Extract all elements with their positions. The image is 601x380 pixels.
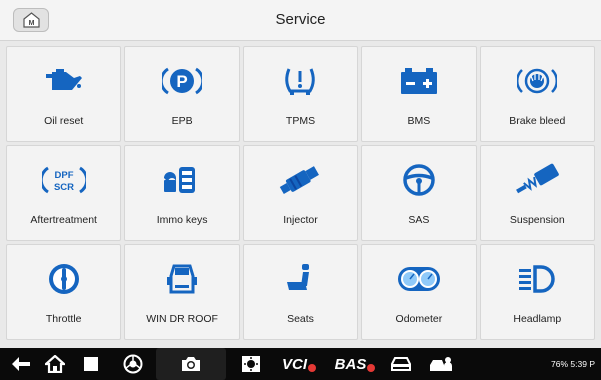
service-grid: Oil reset P EPB TPMS BMS Brake bleed DPF… xyxy=(6,46,595,340)
headlamp-icon xyxy=(519,265,556,293)
oil-can-icon xyxy=(45,69,82,90)
battery-icon xyxy=(400,68,437,94)
immo-key-icon xyxy=(164,167,196,193)
brightness-icon xyxy=(242,356,260,372)
dpf-scr-icon: DPF SCR xyxy=(41,166,86,194)
tile-throttle[interactable]: Throttle xyxy=(6,244,122,340)
tile-label: Immo keys xyxy=(156,214,208,226)
bas-label: BAS xyxy=(334,355,367,373)
tile-headlamp[interactable]: Headlamp xyxy=(479,244,595,340)
tile-bms[interactable]: BMS xyxy=(361,46,477,142)
odometer-icon xyxy=(397,267,440,291)
status-text: 76% 5:39 P xyxy=(551,359,595,369)
tile-tpms[interactable]: TPMS xyxy=(242,46,359,142)
tile-label: EPB xyxy=(171,115,193,127)
disconnected-icon xyxy=(308,364,316,372)
status-area: 76% 5:39 P xyxy=(551,348,595,380)
recent-apps-button[interactable] xyxy=(76,348,106,380)
tile-label: Throttle xyxy=(45,313,82,325)
header-bar: M Service xyxy=(0,0,601,41)
disconnected-icon xyxy=(367,364,376,372)
tile-label: Injector xyxy=(283,214,318,226)
tile-odometer[interactable]: Odometer xyxy=(361,244,477,340)
car-icon xyxy=(391,357,411,371)
tile-oil-reset[interactable]: Oil reset xyxy=(6,46,122,142)
back-button[interactable] xyxy=(6,348,36,380)
tile-suspension[interactable]: Suspension xyxy=(479,145,595,241)
car-doors-icon xyxy=(167,264,198,294)
tile-label: WIN DR ROOF xyxy=(146,313,218,325)
chrome-button[interactable] xyxy=(118,348,148,380)
tile-label: TPMS xyxy=(285,115,316,127)
tile-label: SAS xyxy=(408,214,430,226)
page-title: Service xyxy=(275,11,326,28)
tile-label: Brake bleed xyxy=(509,115,566,127)
tile-label: BMS xyxy=(407,115,431,127)
page-indicator xyxy=(292,342,310,355)
camera-icon xyxy=(182,357,200,371)
svg-text:DPF: DPF xyxy=(54,170,73,181)
throttle-icon xyxy=(48,264,79,294)
svg-text:P: P xyxy=(176,72,187,91)
navigation-bar: VCI BAS 76% 5:39 P xyxy=(0,348,601,380)
tile-immo-keys[interactable]: Immo keys xyxy=(124,145,240,241)
tile-label: Headlamp xyxy=(513,313,562,325)
seat-icon xyxy=(287,264,310,290)
tile-win-dr-roof[interactable]: WIN DR ROOF xyxy=(124,244,240,340)
back-arrow-icon xyxy=(12,357,30,371)
vehicle-connect-button[interactable] xyxy=(426,348,456,380)
browser-icon xyxy=(123,354,143,374)
tile-label: Suspension xyxy=(509,214,565,226)
svg-text:SCR: SCR xyxy=(54,182,74,193)
tile-label: Odometer xyxy=(395,313,443,325)
tile-label: Oil reset xyxy=(44,115,84,127)
tire-pressure-icon xyxy=(285,68,316,95)
vci-button[interactable]: VCI xyxy=(276,348,322,380)
tile-sas[interactable]: SAS xyxy=(361,145,477,241)
tile-epb[interactable]: P EPB xyxy=(124,46,240,142)
tile-label: Seats xyxy=(287,313,314,325)
screenshot-button[interactable] xyxy=(156,348,226,380)
suspension-icon xyxy=(516,163,560,194)
steering-wheel-icon xyxy=(403,164,435,196)
tile-label: Aftertreatment xyxy=(30,214,97,226)
tile-injector[interactable]: Injector xyxy=(242,145,359,241)
tile-aftertreatment[interactable]: DPF SCR Aftertreatment xyxy=(6,145,122,241)
tile-seats[interactable]: Seats xyxy=(242,244,359,340)
brightness-button[interactable] xyxy=(236,348,266,380)
brake-bleed-icon xyxy=(517,68,558,94)
home-nav-button[interactable] xyxy=(40,348,70,380)
injector-icon xyxy=(280,166,320,194)
car-person-icon xyxy=(430,357,452,371)
bas-button[interactable]: BAS xyxy=(330,348,380,380)
parking-brake-icon: P xyxy=(162,67,203,95)
car-button[interactable] xyxy=(386,348,416,380)
tile-brake-bleed[interactable]: Brake bleed xyxy=(479,46,595,142)
vci-label: VCI xyxy=(281,355,307,373)
home-icon xyxy=(45,355,65,373)
square-icon xyxy=(84,357,98,371)
